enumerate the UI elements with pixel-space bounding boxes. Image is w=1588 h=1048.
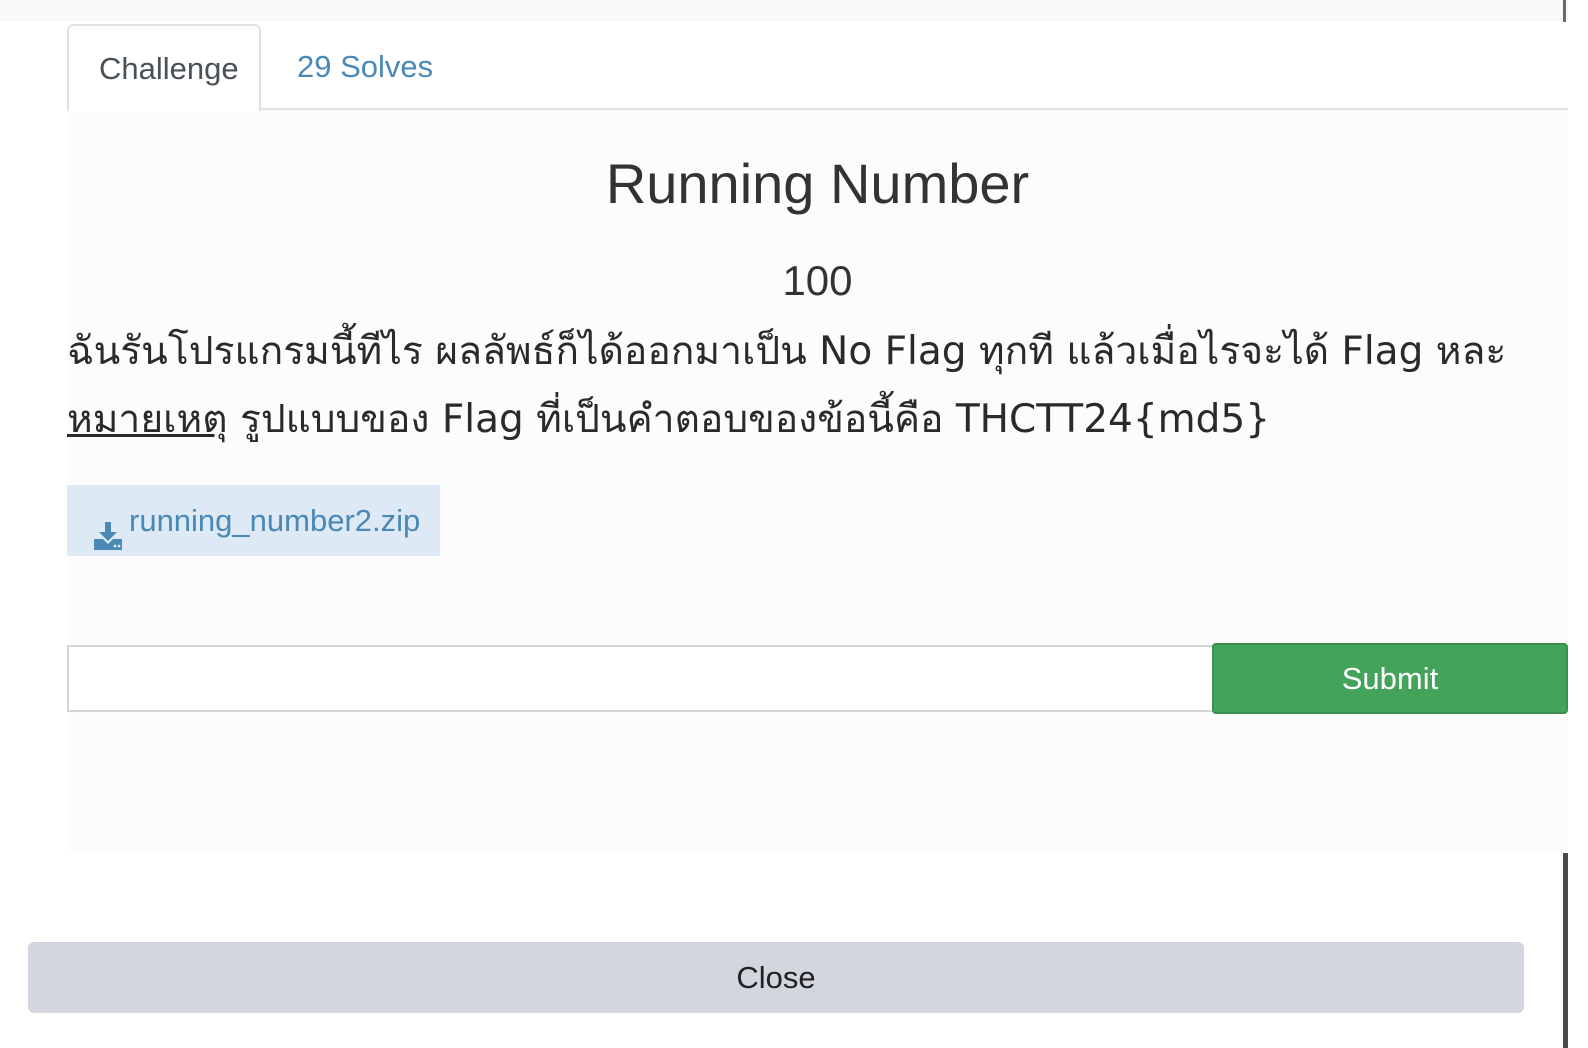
challenge-points: 100 bbox=[782, 257, 853, 304]
submit-button[interactable]: Submit bbox=[1212, 643, 1568, 714]
modal-top-strip bbox=[0, 0, 1568, 22]
download-icon bbox=[93, 505, 123, 550]
challenge-tabs: Challenge 29 Solves bbox=[67, 24, 1568, 112]
note-label: หมายเหตุ bbox=[67, 397, 228, 442]
flag-input[interactable] bbox=[67, 645, 1214, 712]
description-line-1: ฉันรันโปรแกรมนี้ทีไร ผลลัพธ์ก็ได้ออกมาเป… bbox=[67, 329, 1507, 374]
tab-solves[interactable]: 29 Solves bbox=[267, 24, 463, 110]
flag-format-text: รูปแบบของ Flag ที่เป็นคำตอบของข้อนี้คือ … bbox=[227, 397, 1271, 442]
close-button[interactable]: Close bbox=[28, 942, 1524, 1013]
file-name: running_number2.zip bbox=[129, 503, 421, 538]
scrollbar-thumb[interactable] bbox=[1563, 853, 1568, 1048]
description-line-2: หมายเหตุ รูปแบบของ Flag ที่เป็นคำตอบของข… bbox=[67, 386, 1567, 454]
file-download-link[interactable]: running_number2.zip bbox=[67, 485, 440, 556]
tab-challenge[interactable]: Challenge bbox=[67, 24, 261, 112]
challenge-title: Running Number bbox=[605, 152, 1030, 215]
challenge-modal: Challenge 29 Solves Running Number 100 ฉ… bbox=[0, 0, 1588, 1048]
scrollbar-top bbox=[1563, 0, 1566, 22]
challenge-description: ฉันรันโปรแกรมนี้ทีไร ผลลัพธ์ก็ได้ออกมาเป… bbox=[67, 318, 1567, 454]
